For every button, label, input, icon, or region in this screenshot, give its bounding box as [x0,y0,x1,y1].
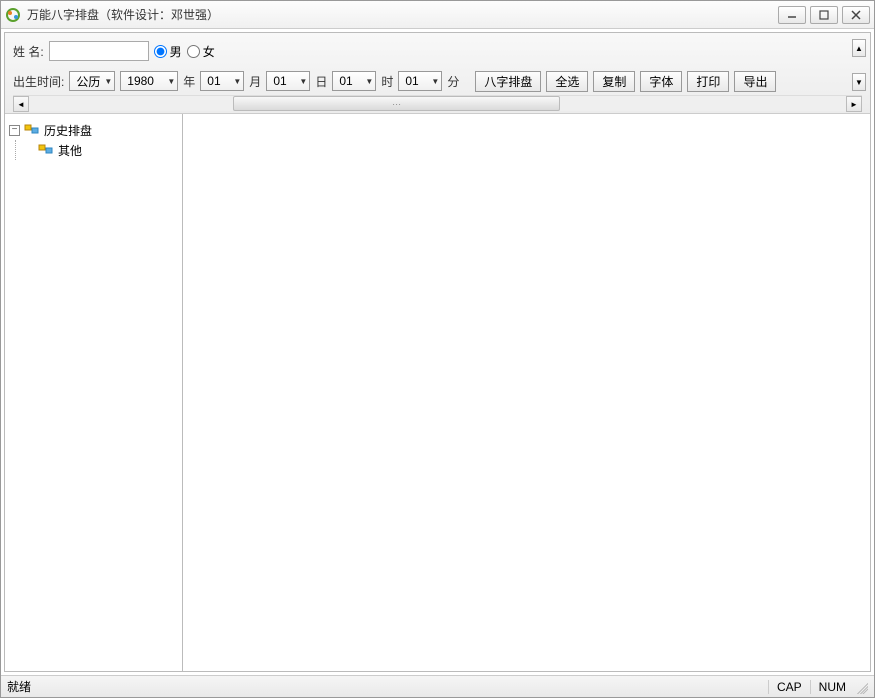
gender-female-radio[interactable]: 女 [187,43,215,60]
status-num: NUM [810,680,854,694]
scroll-thumb[interactable]: ··· [233,96,560,111]
font-button[interactable]: 字体 [640,71,682,92]
window-title: 万能八字排盘（软件设计：邓世强） [27,6,778,23]
folder-icon [24,122,40,138]
print-button[interactable]: 打印 [687,71,729,92]
minute-select[interactable]: 01 ▼ [398,71,442,91]
gender-male-label: 男 [170,43,182,60]
status-cap: CAP [768,680,810,694]
font-label: 字体 [649,73,673,90]
status-ready: 就绪 [7,678,768,695]
calc-button-label: 八字排盘 [484,73,532,90]
chevron-down-icon: ▼ [167,77,175,86]
birth-label: 出生时间: [13,73,64,90]
window-controls [778,6,870,24]
content-pane [183,114,870,671]
gender-male-input[interactable] [154,45,167,58]
hour-select[interactable]: 01 ▼ [332,71,376,91]
print-label: 打印 [696,73,720,90]
gender-female-label: 女 [203,43,215,60]
chevron-down-icon: ▼ [431,77,439,86]
day-suffix: 日 [315,73,327,90]
tree-child-label: 其他 [58,142,82,159]
month-suffix: 月 [249,73,261,90]
scroll-left-button[interactable]: ◄ [13,96,29,112]
chevron-down-icon: ▼ [233,77,241,86]
toolbar-scroll-down[interactable]: ▼ [852,73,866,91]
year-suffix: 年 [183,73,195,90]
name-input[interactable] [49,41,149,61]
month-select[interactable]: 01 ▼ [200,71,244,91]
chevron-down-icon: ▼ [104,77,112,86]
day-value: 01 [273,74,295,88]
hour-value: 01 [339,74,361,88]
maximize-button[interactable] [810,6,838,24]
resize-grip[interactable] [854,680,868,694]
calendar-type-value: 公历 [76,73,100,90]
scroll-right-button[interactable]: ► [846,96,862,112]
minute-suffix: 分 [447,73,459,90]
copy-button[interactable]: 复制 [593,71,635,92]
tree-child-item[interactable]: 其他 [38,140,178,160]
chevron-down-icon: ▼ [365,77,373,86]
minimize-button[interactable] [778,6,806,24]
gender-female-input[interactable] [187,45,200,58]
minute-value: 01 [405,74,427,88]
month-value: 01 [207,74,229,88]
tree-root-item[interactable]: − 历史排盘 [9,120,178,140]
scroll-track[interactable]: ··· [29,96,846,111]
folder-icon [38,142,54,158]
client-area: ▲ ▼ 姓 名: 男 女 出生时间: 公历 ▼ 1980 ▼ [4,32,871,672]
export-label: 导出 [743,73,767,90]
export-button[interactable]: 导出 [734,71,776,92]
calc-button[interactable]: 八字排盘 [475,71,541,92]
titlebar: 万能八字排盘（软件设计：邓世强） [1,1,874,29]
year-value: 1980 [127,74,163,88]
statusbar: 就绪 CAP NUM [1,675,874,697]
tree-expander[interactable]: − [9,125,20,136]
day-select[interactable]: 01 ▼ [266,71,310,91]
copy-label: 复制 [602,73,626,90]
select-all-button[interactable]: 全选 [546,71,588,92]
form-row-birth: 出生时间: 公历 ▼ 1980 ▼ 年 01 ▼ 月 01 ▼ 日 01 ▼ [13,69,862,93]
close-button[interactable] [842,6,870,24]
app-icon [5,7,21,23]
toolbar-hscroll[interactable]: ◄ ··· ► [13,95,862,111]
select-all-label: 全选 [555,73,579,90]
form-row-name: 姓 名: 男 女 [13,39,862,63]
year-select[interactable]: 1980 ▼ [120,71,178,91]
toolbar-scroll-up[interactable]: ▲ [852,39,866,57]
gender-male-radio[interactable]: 男 [154,43,182,60]
chevron-down-icon: ▼ [299,77,307,86]
name-label: 姓 名: [13,43,44,60]
hour-suffix: 时 [381,73,393,90]
main-split: − 历史排盘 其他 [5,114,870,671]
toolbar: ▲ ▼ 姓 名: 男 女 出生时间: 公历 ▼ 1980 ▼ [5,33,870,114]
tree-root-label: 历史排盘 [44,122,92,139]
tree-pane: − 历史排盘 其他 [5,114,183,671]
calendar-type-select[interactable]: 公历 ▼ [69,71,115,91]
